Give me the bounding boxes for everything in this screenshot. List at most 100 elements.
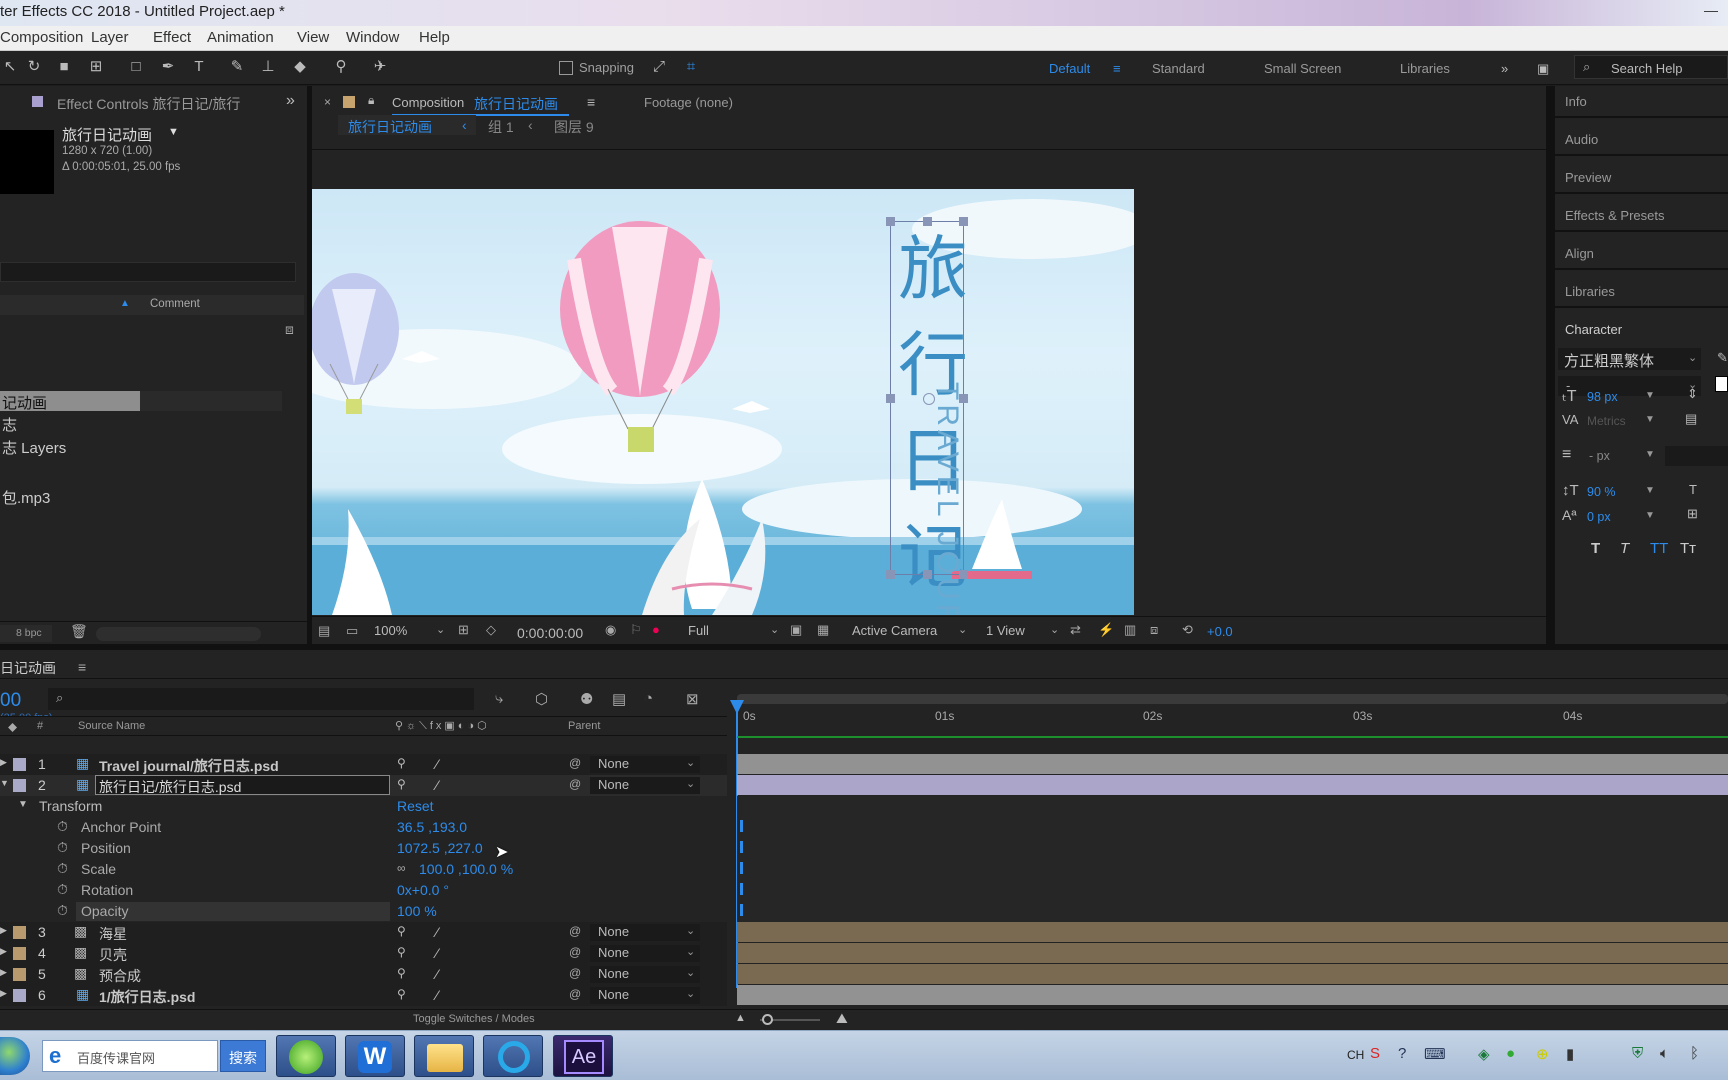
zoom-dropdown[interactable]: 100% — [374, 623, 407, 641]
parent-dropdown[interactable]: None ⌄ — [590, 966, 700, 983]
pickwhip-icon[interactable]: @ — [569, 987, 581, 1001]
expand-arrow-icon[interactable]: ▶ — [0, 967, 7, 978]
zoom-in-icon[interactable]: ⛰ — [836, 1010, 848, 1027]
fast-previews-icon[interactable]: ⚡ — [1098, 622, 1114, 638]
layer-name[interactable]: 预合成 — [99, 966, 141, 986]
type-tool-icon[interactable]: T — [189, 57, 209, 77]
tab-menu-icon[interactable]: ≡ — [78, 659, 86, 675]
footage-tab[interactable]: Footage (none) — [644, 95, 733, 110]
bbox-handle[interactable] — [959, 570, 968, 579]
toggle-switches-modes-button[interactable]: Toggle Switches / Modes — [413, 1013, 535, 1025]
menu-window[interactable]: Window — [346, 29, 399, 46]
always-preview-icon[interactable]: ▤ — [318, 623, 330, 639]
layer-name[interactable]: 1/旅行日志.psd — [99, 987, 195, 1007]
stroke-type-dropdown[interactable] — [1665, 446, 1728, 466]
brush-tool-icon[interactable]: ✎ — [227, 57, 247, 77]
property-value[interactable]: 100 % — [397, 903, 437, 919]
puppet-pin-icon[interactable]: ✈ — [370, 57, 390, 77]
region-of-interest-icon[interactable]: ▣ — [790, 622, 802, 638]
project-scrollbar[interactable] — [96, 627, 261, 641]
layer-duration-bar[interactable] — [737, 922, 1728, 942]
composition-tab-label[interactable]: Composition — [392, 95, 464, 110]
workspace-libraries[interactable]: Libraries — [1400, 61, 1450, 76]
effects-presets-panel-tab[interactable]: Effects & Presets — [1565, 208, 1664, 223]
eraser-tool-icon[interactable]: ◆ — [290, 57, 310, 77]
project-item[interactable]: 包.mp3 — [2, 487, 50, 508]
layer-row[interactable]: ▶ 6 ▦ 1/旅行日志.psd ⚲ ⁄ @ None ⌄ — [0, 985, 727, 1006]
pan-behind-tool-icon[interactable]: ⊞ — [86, 57, 106, 77]
quality-switch-icon[interactable]: ⁄ — [436, 756, 438, 772]
layer-duration-bar[interactable] — [737, 754, 1728, 774]
bbox-handle[interactable] — [923, 570, 932, 579]
eyedropper-icon[interactable]: ✎ — [1717, 350, 1728, 366]
draft-3d-icon[interactable]: ⬡ — [535, 690, 548, 708]
chevron-down-icon[interactable]: ▼ — [1645, 390, 1655, 401]
resolution-grid-icon[interactable]: ⊞ — [458, 622, 469, 638]
layer-name[interactable]: 海星 — [99, 924, 127, 944]
chevron-down-icon[interactable]: ▼ — [168, 126, 179, 138]
shy-switch-icon[interactable]: ⚲ — [397, 756, 406, 770]
pickwhip-icon[interactable]: @ — [569, 756, 581, 770]
property-row[interactable]: ⏱ Opacity 100 % — [0, 901, 727, 922]
composition-tab-name[interactable]: 旅行日记动画 — [474, 94, 558, 114]
font-style-dropdown[interactable]: - ⌄ — [1558, 376, 1701, 396]
shy-switch-icon[interactable]: ⚲ — [397, 777, 406, 791]
project-search-input[interactable] — [0, 262, 296, 282]
expand-arrow-icon[interactable]: ▶ — [0, 946, 7, 957]
monitor-icon[interactable]: ▭ — [346, 623, 358, 639]
bbox-handle[interactable] — [959, 394, 968, 403]
stopwatch-icon[interactable]: ⏱ — [57, 902, 68, 919]
layer-row[interactable]: ▶ 5 ▩ 预合成 ⚲ ⁄ @ None ⌄ — [0, 964, 727, 985]
label-color-swatch[interactable] — [13, 779, 26, 792]
layer-row[interactable]: ▶ 1 ▦ Travel journal/旅行日志.psd ⚲ ⁄ @ None… — [0, 754, 727, 775]
all-caps-button[interactable]: TT — [1650, 540, 1668, 557]
property-value[interactable]: 100.0 ,100.0 % — [419, 861, 513, 877]
chevron-down-icon[interactable]: ▼ — [1645, 510, 1655, 521]
layer-duration-bar[interactable] — [737, 775, 1728, 795]
tray-360-icon[interactable]: ● — [1506, 1045, 1515, 1062]
lock-icon[interactable]: 🔒︎ — [368, 93, 374, 108]
property-value[interactable]: 36.5 ,193.0 — [397, 819, 467, 835]
stopwatch-icon[interactable]: ⏱ — [57, 839, 68, 856]
vertical-scale-value[interactable]: 90 % — [1587, 485, 1616, 499]
project-item[interactable]: 志 — [2, 414, 17, 435]
menu-effect[interactable]: Effect — [153, 29, 191, 46]
menu-view[interactable]: View — [297, 29, 329, 46]
reset-transform-link[interactable]: Reset — [397, 798, 434, 814]
more-workspaces-icon[interactable]: » — [1501, 61, 1508, 76]
tray-bluetooth-icon[interactable]: ᛒ — [1690, 1045, 1699, 1062]
property-row[interactable]: ⏱ Scale ∞ 100.0 ,100.0 % — [0, 859, 727, 880]
chevron-down-icon[interactable]: ▼ — [1645, 414, 1655, 425]
layer-name-edit-field[interactable]: 旅行日记/旅行日志.psd — [95, 775, 390, 795]
mask-icon[interactable]: ◇ — [486, 622, 496, 638]
audio-panel-tab[interactable]: Audio — [1565, 132, 1598, 147]
timeline-current-time[interactable]: 00 — [0, 690, 21, 712]
preview-panel-tab[interactable]: Preview — [1565, 170, 1611, 185]
bbox-handle[interactable] — [923, 217, 932, 226]
font-size-value[interactable]: 98 px — [1587, 390, 1618, 404]
search-help-field[interactable]: ⌕ Search Help — [1574, 55, 1728, 79]
bbox-handle[interactable] — [886, 394, 895, 403]
tray-security-icon[interactable]: ◈ — [1478, 1045, 1490, 1063]
selection-tool-icon[interactable]: ↖ — [0, 57, 20, 77]
flowchart-icon[interactable]: ⧈ — [285, 321, 294, 338]
zoom-slider-thumb[interactable] — [762, 1014, 773, 1025]
snapshot-icon[interactable]: ◉ — [605, 622, 616, 638]
label-color-swatch[interactable] — [13, 947, 26, 960]
layer-duration-bar[interactable] — [737, 985, 1728, 1005]
resolution-dropdown[interactable]: Full — [688, 623, 709, 641]
composition-viewer[interactable]: 旅 行 日 记 TRAVEL JOUR — [312, 189, 1134, 615]
fill-color-swatch[interactable] — [1715, 376, 1728, 392]
taskbar-search-button[interactable]: 搜索 — [220, 1040, 266, 1072]
stopwatch-icon[interactable]: ⏱ — [57, 860, 68, 877]
project-item-selected[interactable]: 记动画 — [0, 391, 140, 412]
menu-composition[interactable]: Composition — [0, 29, 83, 46]
label-color-swatch[interactable] — [13, 968, 26, 981]
taskbar-app-after-effects[interactable]: Ae — [553, 1035, 613, 1077]
quality-switch-icon[interactable]: ⁄ — [436, 987, 438, 1003]
camera-dropdown[interactable]: Active Camera — [852, 623, 937, 641]
tab-menu-icon[interactable]: ≡ — [587, 94, 595, 110]
start-button[interactable] — [0, 1037, 30, 1075]
taskbar-app-browser[interactable] — [483, 1035, 543, 1077]
tray-shield-icon[interactable]: ⛨ — [1632, 1045, 1643, 1062]
